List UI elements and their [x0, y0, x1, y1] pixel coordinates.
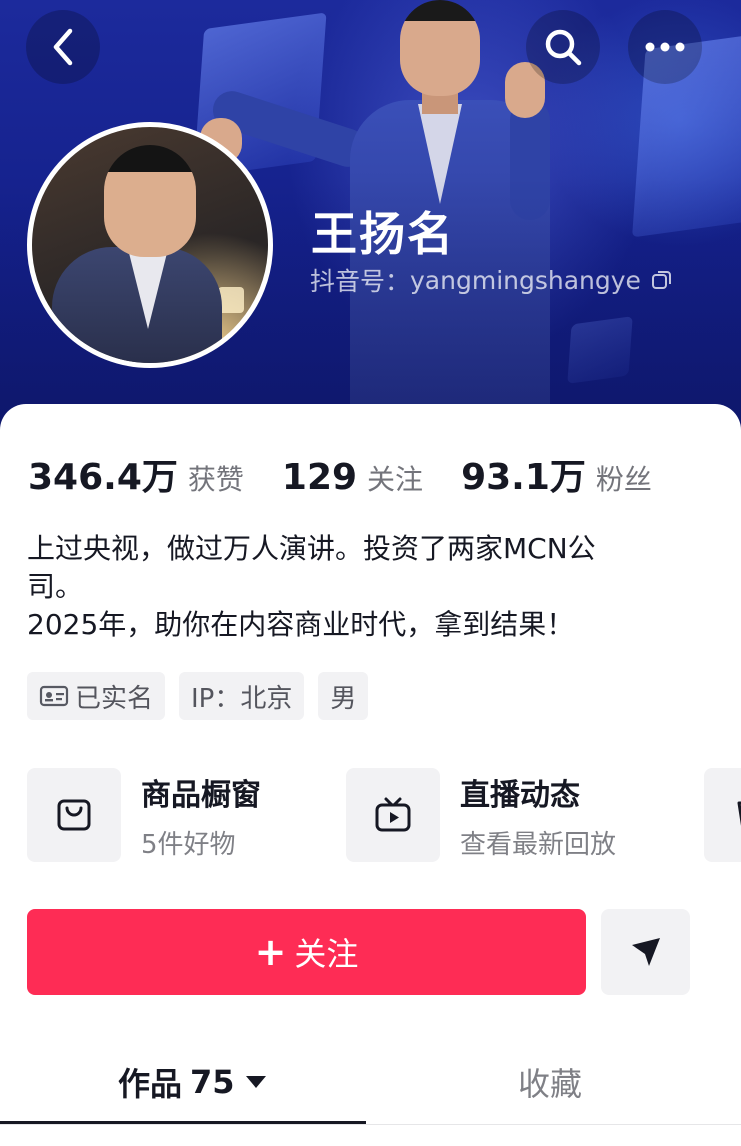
verified-label: 已实名 — [75, 683, 154, 714]
stat-label: 关注 — [367, 463, 424, 496]
shopping-bag-icon — [57, 799, 91, 831]
handle-value: yangmingshangye — [410, 265, 641, 295]
stat-label: 获赞 — [187, 463, 244, 496]
search-button[interactable] — [526, 10, 600, 84]
send-icon — [631, 938, 660, 966]
tab-works[interactable]: 作品 75 — [118, 1052, 267, 1112]
profile-stats: 346.4万 获赞 129 关注 93.1万 粉丝 — [28, 448, 690, 500]
more-dots-icon — [645, 42, 685, 52]
stat-label: 粉丝 — [595, 463, 652, 496]
entry-shop-window[interactable]: 商品橱窗 5件好物 — [27, 768, 261, 862]
profile-handle[interactable]: 抖音号： yangmingshangye — [310, 262, 673, 298]
avatar[interactable] — [27, 122, 273, 368]
chevron-left-icon — [53, 28, 73, 66]
profile-tags: 已实名 IP：北京 男 — [27, 672, 369, 720]
back-button[interactable] — [26, 10, 100, 84]
stat-followers[interactable]: 93.1万 粉丝 — [461, 448, 652, 500]
search-icon — [545, 29, 582, 66]
verified-tag: 已实名 — [27, 672, 166, 720]
follow-label: 关注 — [294, 935, 359, 973]
handle-label: 抖音号： — [310, 267, 411, 296]
tab-works-count: 75 — [190, 1063, 235, 1101]
entry-partial[interactable] — [704, 768, 741, 862]
plus-icon: + — [254, 930, 287, 974]
gender-tag: 男 — [318, 672, 369, 720]
copy-icon[interactable] — [651, 269, 673, 291]
divider — [0, 1124, 741, 1125]
stat-value: 346.4万 — [28, 457, 178, 498]
bio-line: 司。 — [27, 570, 84, 603]
bag-icon — [737, 801, 741, 826]
entry-title: 直播动态 — [460, 777, 580, 813]
more-button[interactable] — [628, 10, 702, 84]
tab-works-label: 作品 — [118, 1065, 183, 1103]
tv-play-icon — [375, 797, 411, 832]
id-card-icon — [39, 685, 69, 707]
stat-likes[interactable]: 346.4万 获赞 — [28, 448, 244, 500]
caret-down-icon[interactable] — [245, 1075, 267, 1089]
stat-value: 129 — [281, 457, 358, 498]
entry-subtitle: 查看最新回放 — [460, 829, 617, 860]
bio-line: 2025年，助你在内容商业时代，拿到结果！ — [27, 608, 575, 641]
tab-favorites[interactable]: 收藏 — [518, 1052, 582, 1112]
share-button[interactable] — [601, 909, 690, 995]
bio-line: 上过央视，做过万人演讲。投资了两家MCN公 — [27, 532, 596, 565]
entry-live[interactable]: 直播动态 查看最新回放 — [346, 768, 616, 862]
profile-bio: 上过央视，做过万人演讲。投资了两家MCN公 司。 2025年，助你在内容商业时代… — [27, 530, 707, 644]
entry-subtitle: 5件好物 — [141, 829, 236, 860]
stat-following[interactable]: 129 关注 — [282, 457, 423, 498]
follow-button[interactable]: + 关注 — [27, 909, 586, 995]
profile-name: 王扬名 — [311, 207, 455, 261]
ip-tag: IP：北京 — [179, 672, 305, 720]
entry-title: 商品橱窗 — [141, 777, 261, 813]
stat-value: 93.1万 — [461, 457, 586, 498]
